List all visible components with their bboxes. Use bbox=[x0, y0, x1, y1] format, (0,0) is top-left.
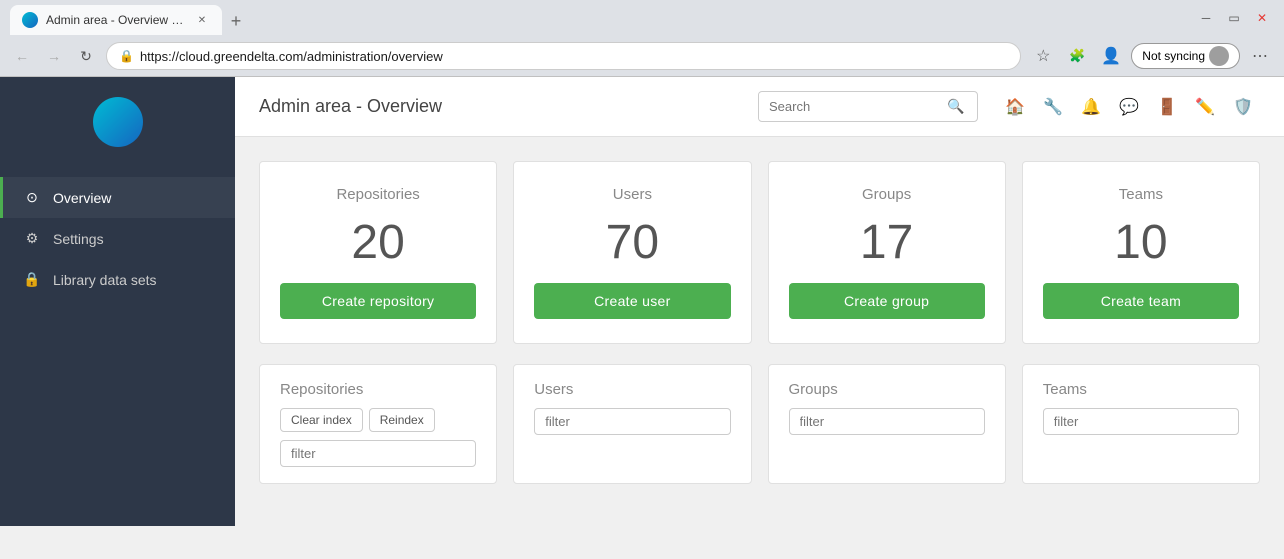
minimize-button[interactable]: ─ bbox=[1194, 6, 1218, 30]
card-repositories: Repositories 20 Create repository bbox=[259, 161, 497, 344]
wrench-icon[interactable]: 🔧 bbox=[1036, 90, 1070, 124]
card-count-groups: 17 bbox=[860, 219, 913, 267]
edit-icon[interactable]: ✏️ bbox=[1188, 90, 1222, 124]
bottom-title-teams: Teams bbox=[1043, 381, 1239, 398]
not-syncing-label: Not syncing bbox=[1142, 49, 1205, 63]
active-tab[interactable]: Admin area - Overview | LCA Co... ✕ bbox=[10, 5, 222, 35]
extensions-icon[interactable]: 🧩 bbox=[1063, 42, 1091, 70]
stats-cards: Repositories 20 Create repository Users … bbox=[259, 161, 1260, 344]
bottom-card-groups: Groups bbox=[768, 364, 1006, 484]
card-users: Users 70 Create user bbox=[513, 161, 751, 344]
create-team-button[interactable]: Create team bbox=[1043, 283, 1239, 319]
bottom-title-users: Users bbox=[534, 381, 730, 398]
reindex-button[interactable]: Reindex bbox=[369, 408, 435, 432]
browser-chrome: Admin area - Overview | LCA Co... ✕ + ─ … bbox=[0, 0, 1284, 77]
signout-icon[interactable]: 🚪 bbox=[1150, 90, 1184, 124]
sidebar: ⊙ Overview ⚙ Settings 🔒 Library data set… bbox=[0, 77, 235, 526]
tab-bar: Admin area - Overview | LCA Co... ✕ + bbox=[10, 1, 1186, 35]
title-bar: Admin area - Overview | LCA Co... ✕ + ─ … bbox=[0, 0, 1284, 36]
profile-avatar bbox=[1209, 46, 1229, 66]
address-field[interactable]: 🔒 https://cloud.greendelta.com/administr… bbox=[106, 42, 1021, 70]
dashboard: Repositories 20 Create repository Users … bbox=[235, 137, 1284, 508]
search-input[interactable] bbox=[759, 93, 939, 120]
bottom-card-teams: Teams bbox=[1022, 364, 1260, 484]
window-controls: ─ ▭ ✕ bbox=[1194, 6, 1274, 30]
bottom-card-repositories: Repositories Clear index Reindex bbox=[259, 364, 497, 484]
bottom-sections: Repositories Clear index Reindex Users G… bbox=[259, 364, 1260, 484]
tab-title: Admin area - Overview | LCA Co... bbox=[46, 13, 186, 27]
users-filter-input[interactable] bbox=[534, 408, 730, 435]
lock-icon: 🔒 bbox=[119, 49, 134, 63]
menu-button[interactable]: ⋯ bbox=[1246, 42, 1274, 70]
sidebar-item-library[interactable]: 🔒 Library data sets bbox=[0, 259, 235, 300]
library-icon: 🔒 bbox=[23, 271, 41, 288]
url-text: https://cloud.greendelta.com/administrat… bbox=[140, 49, 443, 64]
maximize-button[interactable]: ▭ bbox=[1222, 6, 1246, 30]
close-button[interactable]: ✕ bbox=[1250, 6, 1274, 30]
sidebar-item-overview[interactable]: ⊙ Overview bbox=[0, 177, 235, 218]
create-user-button[interactable]: Create user bbox=[534, 283, 730, 319]
search-button[interactable]: 🔍 bbox=[939, 92, 972, 121]
create-repository-button[interactable]: Create repository bbox=[280, 283, 476, 319]
repositories-filter-input[interactable] bbox=[280, 440, 476, 467]
sidebar-item-label-library: Library data sets bbox=[53, 272, 157, 288]
card-title-groups: Groups bbox=[862, 186, 911, 203]
sync-button[interactable]: Not syncing bbox=[1131, 43, 1240, 69]
comment-icon[interactable]: 💬 bbox=[1112, 90, 1146, 124]
groups-filter-input[interactable] bbox=[789, 408, 985, 435]
overview-icon: ⊙ bbox=[23, 189, 41, 206]
tab-favicon bbox=[22, 12, 38, 28]
address-bar: ← → ↻ 🔒 https://cloud.greendelta.com/adm… bbox=[0, 36, 1284, 76]
card-groups: Groups 17 Create group bbox=[768, 161, 1006, 344]
app-logo bbox=[93, 97, 143, 147]
card-count-teams: 10 bbox=[1114, 219, 1167, 267]
header-icons: 🏠 🔧 🔔 💬 🚪 ✏️ 🛡️ bbox=[998, 90, 1260, 124]
card-count-repositories: 20 bbox=[351, 219, 404, 267]
main-content: Admin area - Overview 🔍 🏠 🔧 🔔 💬 🚪 ✏️ 🛡️ … bbox=[235, 77, 1284, 526]
bookmark-icon[interactable]: ☆ bbox=[1029, 42, 1057, 70]
settings-icon: ⚙ bbox=[23, 230, 41, 247]
app-layout: ⊙ Overview ⚙ Settings 🔒 Library data set… bbox=[0, 77, 1284, 526]
page-title: Admin area - Overview bbox=[259, 96, 738, 117]
bottom-title-groups: Groups bbox=[789, 381, 985, 398]
main-header: Admin area - Overview 🔍 🏠 🔧 🔔 💬 🚪 ✏️ 🛡️ bbox=[235, 77, 1284, 137]
sidebar-item-label-overview: Overview bbox=[53, 190, 111, 206]
sidebar-logo bbox=[0, 77, 235, 167]
card-count-users: 70 bbox=[606, 219, 659, 267]
sidebar-item-label-settings: Settings bbox=[53, 231, 104, 247]
index-buttons: Clear index Reindex bbox=[280, 408, 476, 432]
account-icon[interactable]: 👤 bbox=[1097, 42, 1125, 70]
sidebar-item-settings[interactable]: ⚙ Settings bbox=[0, 218, 235, 259]
forward-button[interactable]: → bbox=[42, 44, 66, 68]
shield-icon[interactable]: 🛡️ bbox=[1226, 90, 1260, 124]
card-title-teams: Teams bbox=[1119, 186, 1163, 203]
bell-icon[interactable]: 🔔 bbox=[1074, 90, 1108, 124]
card-teams: Teams 10 Create team bbox=[1022, 161, 1260, 344]
home-icon[interactable]: 🏠 bbox=[998, 90, 1032, 124]
search-box: 🔍 bbox=[758, 91, 978, 122]
card-title-repositories: Repositories bbox=[336, 186, 419, 203]
sidebar-nav: ⊙ Overview ⚙ Settings 🔒 Library data set… bbox=[0, 177, 235, 300]
teams-filter-input[interactable] bbox=[1043, 408, 1239, 435]
create-group-button[interactable]: Create group bbox=[789, 283, 985, 319]
reload-button[interactable]: ↻ bbox=[74, 44, 98, 68]
clear-index-button[interactable]: Clear index bbox=[280, 408, 363, 432]
back-button[interactable]: ← bbox=[10, 44, 34, 68]
new-tab-button[interactable]: + bbox=[222, 7, 250, 35]
tab-close-button[interactable]: ✕ bbox=[194, 12, 210, 28]
bottom-title-repositories: Repositories bbox=[280, 381, 476, 398]
bottom-card-users: Users bbox=[513, 364, 751, 484]
card-title-users: Users bbox=[613, 186, 652, 203]
toolbar-right: ☆ 🧩 👤 Not syncing ⋯ bbox=[1029, 42, 1274, 70]
